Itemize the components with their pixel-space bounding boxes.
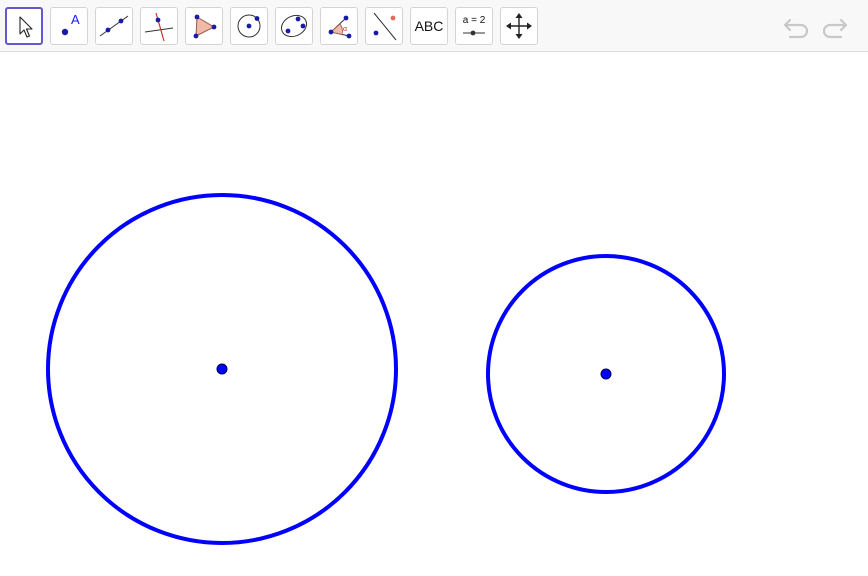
graphics-canvas[interactable] bbox=[0, 53, 868, 576]
polygon-icon bbox=[193, 14, 217, 39]
undo-icon bbox=[783, 18, 809, 39]
line-tool-button[interactable] bbox=[95, 7, 133, 45]
slider-icon bbox=[463, 30, 485, 36]
graphics-view[interactable] bbox=[0, 53, 868, 576]
circle-tool-button[interactable] bbox=[230, 7, 268, 45]
large-circle-center-point[interactable] bbox=[216, 363, 228, 375]
move-graphics-view-icon bbox=[506, 13, 532, 39]
toolbar: A α ABC a = 2 bbox=[0, 0, 868, 52]
redo-icon bbox=[822, 18, 848, 39]
circle-center-point-icon bbox=[237, 14, 261, 38]
arrow-cursor-icon bbox=[19, 16, 33, 38]
line-through-points-icon bbox=[99, 15, 129, 37]
perpendicular-line-icon bbox=[144, 12, 174, 42]
angle-tool-button[interactable]: α bbox=[320, 7, 358, 45]
point-icon: A bbox=[61, 12, 80, 36]
move-view-tool-button[interactable] bbox=[500, 7, 538, 45]
ellipse-icon bbox=[280, 14, 308, 38]
small-circle-center-point[interactable] bbox=[600, 368, 612, 380]
polygon-tool-button[interactable] bbox=[185, 7, 223, 45]
svg-text:A: A bbox=[71, 12, 80, 27]
point-tool-button[interactable]: A bbox=[50, 7, 88, 45]
undo-button[interactable] bbox=[781, 12, 813, 42]
svg-text:α: α bbox=[343, 26, 347, 33]
text-tool-button[interactable]: ABC bbox=[410, 7, 448, 45]
text-tool-label: ABC bbox=[414, 18, 444, 34]
reflect-tool-button[interactable] bbox=[365, 7, 403, 45]
perpendicular-tool-button[interactable] bbox=[140, 7, 178, 45]
reflect-about-line-icon bbox=[373, 12, 397, 41]
conic-tool-button[interactable] bbox=[275, 7, 313, 45]
angle-icon: α bbox=[328, 15, 352, 39]
slider-tool-button[interactable]: a = 2 bbox=[455, 7, 493, 45]
move-tool-button[interactable] bbox=[5, 7, 43, 45]
redo-button[interactable] bbox=[818, 12, 850, 42]
